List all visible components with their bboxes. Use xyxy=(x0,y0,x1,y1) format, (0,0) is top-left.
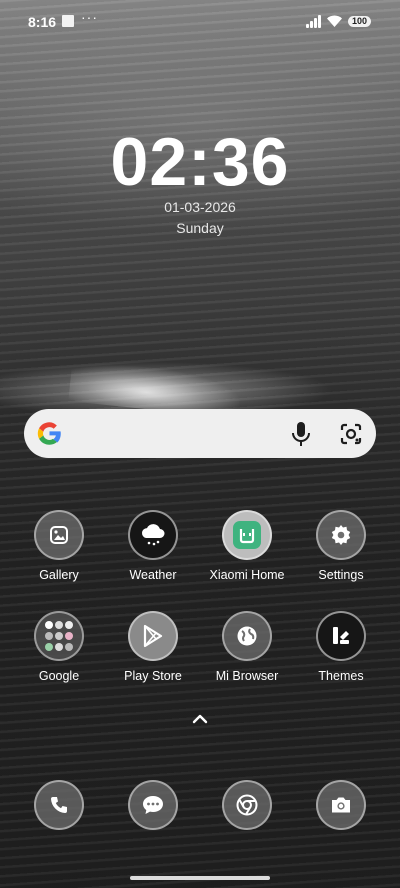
wifi-icon xyxy=(327,15,342,27)
clock-time[interactable]: 02:36 xyxy=(0,124,400,200)
app-settings[interactable]: Settings xyxy=(293,510,389,582)
xiaomi-home-icon xyxy=(222,510,272,560)
app-label: Themes xyxy=(318,669,364,683)
app-label: Weather xyxy=(129,568,177,582)
google-lens-icon[interactable] xyxy=(339,422,363,446)
app-label: Xiaomi Home xyxy=(209,568,285,582)
signal-icon xyxy=(306,15,322,28)
camera-icon xyxy=(316,780,366,830)
phone-icon xyxy=(34,780,84,830)
play-store-icon xyxy=(128,611,178,661)
notification-icon xyxy=(62,15,74,27)
chevron-up-icon[interactable] xyxy=(190,712,210,726)
weather-icon xyxy=(128,510,178,560)
app-weather[interactable]: Weather xyxy=(105,510,201,582)
status-bar: 8:16 ··· 100 xyxy=(0,0,400,44)
app-label: Google xyxy=(38,669,80,683)
dock-chrome[interactable] xyxy=(199,780,295,830)
app-label: Mi Browser xyxy=(215,669,279,683)
gear-icon xyxy=(316,510,366,560)
clock-day: Sunday xyxy=(176,220,224,236)
app-label: Settings xyxy=(318,568,364,582)
chrome-icon xyxy=(222,780,272,830)
clock-date: 01-03-2026 xyxy=(164,199,236,215)
messages-icon xyxy=(128,780,178,830)
app-google-folder[interactable]: Google xyxy=(11,611,107,683)
gallery-icon xyxy=(34,510,84,560)
dock-messages[interactable] xyxy=(105,780,201,830)
app-play-store[interactable]: Play Store xyxy=(105,611,201,683)
dock-camera[interactable] xyxy=(293,780,389,830)
app-label: Gallery xyxy=(39,568,79,582)
app-themes[interactable]: Themes xyxy=(293,611,389,683)
google-g-icon xyxy=(37,422,61,445)
microphone-icon[interactable] xyxy=(290,421,312,447)
app-label: Play Store xyxy=(124,669,182,683)
status-time: 8:16 xyxy=(28,14,57,30)
google-folder-icon xyxy=(34,611,84,661)
app-xiaomi-home[interactable]: Xiaomi Home xyxy=(199,510,295,582)
app-gallery[interactable]: Gallery xyxy=(11,510,107,582)
battery-icon: 100 xyxy=(348,16,371,27)
home-indicator[interactable] xyxy=(130,876,270,880)
google-search-bar[interactable] xyxy=(24,409,376,458)
app-mi-browser[interactable]: Mi Browser xyxy=(199,611,295,683)
globe-icon xyxy=(222,611,272,661)
dock-phone[interactable] xyxy=(11,780,107,830)
more-notifications-icon: ··· xyxy=(81,9,98,25)
themes-icon xyxy=(316,611,366,661)
